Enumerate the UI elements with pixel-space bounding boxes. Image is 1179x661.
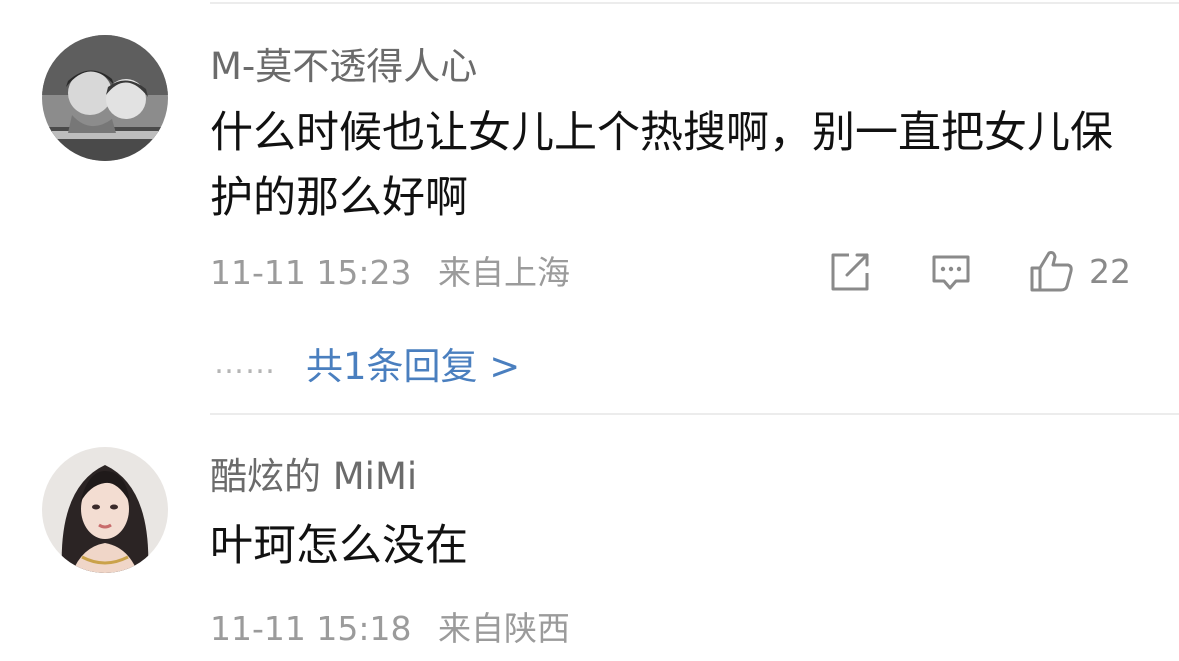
like-button[interactable]: 22 <box>1029 249 1131 293</box>
comment-date: 11-11 15:18 <box>210 609 412 648</box>
comment-location: 来自陕西 <box>437 609 570 648</box>
comment-username[interactable]: 酷炫的 MiMi <box>210 458 417 495</box>
thumbs-up-icon <box>1030 251 1073 292</box>
avatar[interactable] <box>42 35 168 161</box>
comment-meta: 11-11 15:18 来自陕西 <box>210 612 570 645</box>
comment-date: 11-11 15:23 <box>210 253 412 292</box>
comment-location: 来自上海 <box>437 253 570 292</box>
comment-text: 叶珂怎么没在 <box>210 521 468 571</box>
avatar-image <box>42 447 168 573</box>
view-replies-link[interactable]: 共1条回复 > <box>306 336 520 390</box>
comment-icon <box>932 255 970 290</box>
like-count: 22 <box>1089 251 1131 291</box>
comment-meta: 11-11 15:23 来自上海 <box>210 256 570 289</box>
top-divider <box>210 2 1179 4</box>
comment-username[interactable]: M-莫不透得人心 <box>210 48 477 85</box>
comment-button[interactable] <box>930 253 972 293</box>
avatar[interactable] <box>42 447 168 573</box>
replies-dots: …… <box>214 345 276 381</box>
share-icon <box>831 253 869 291</box>
comment-text: 什么时候也让女儿上个热搜啊，别一直把女儿保护的那么好啊 <box>210 108 1113 223</box>
replies-row: …… 共1条回复 > <box>214 336 520 390</box>
share-button[interactable] <box>829 252 871 292</box>
comment-divider <box>210 413 1179 415</box>
avatar-image <box>42 35 168 161</box>
